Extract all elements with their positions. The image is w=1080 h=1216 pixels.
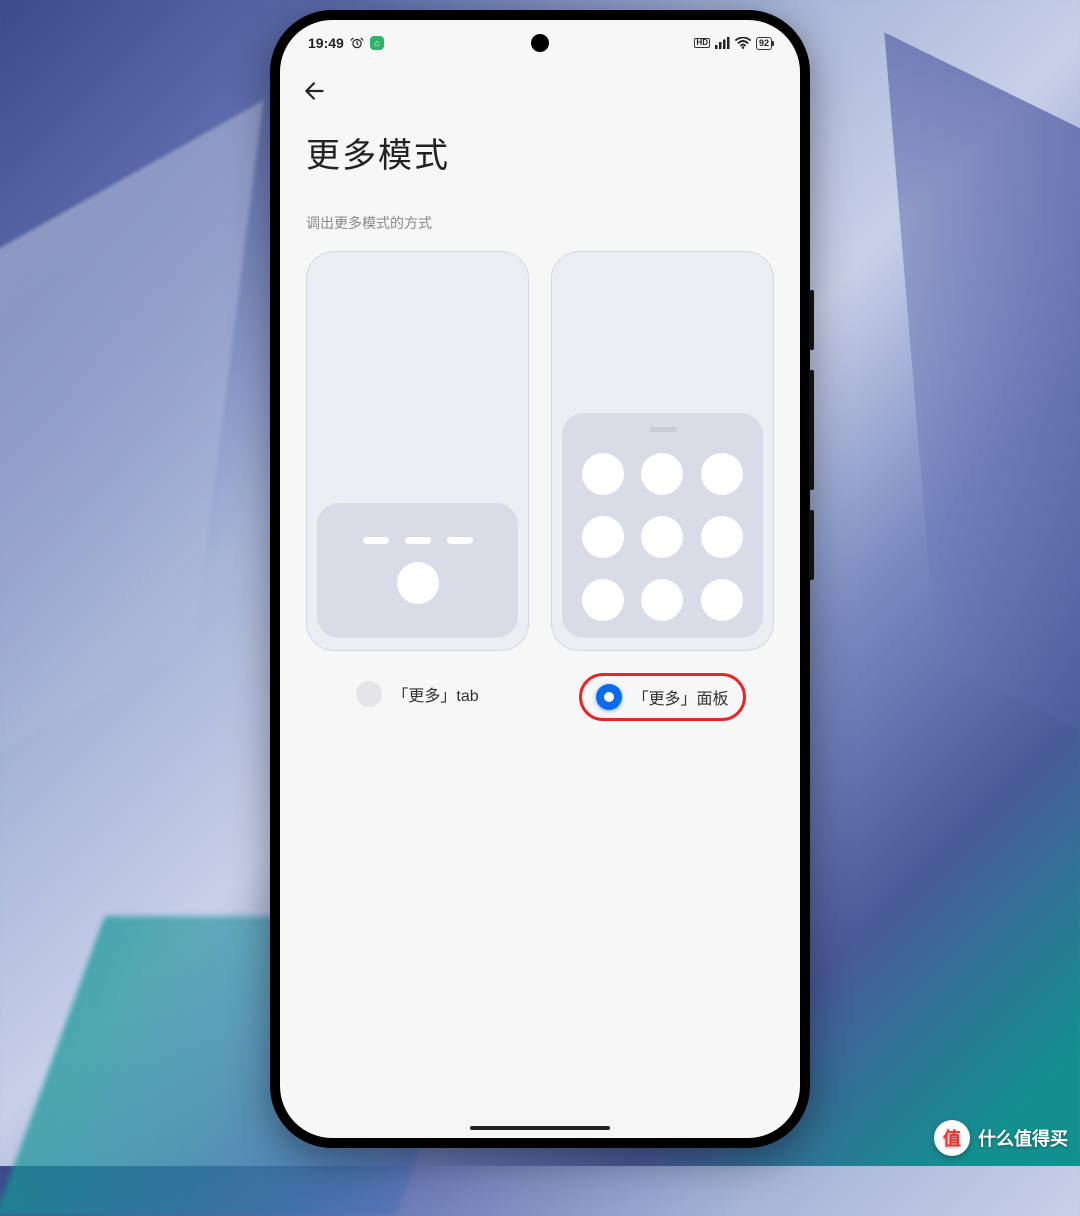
battery-indicator: 92 bbox=[756, 37, 772, 50]
section-subtitle: 调出更多模式的方式 bbox=[280, 183, 800, 251]
back-button[interactable] bbox=[302, 76, 332, 106]
signal-icon bbox=[715, 37, 730, 49]
phone-frame: 19:49 ⌂ HD 92 更多模式 调 bbox=[270, 10, 810, 1148]
watermark: 值 什么值得买 bbox=[934, 1120, 1068, 1156]
radio-icon bbox=[356, 681, 382, 707]
option-tab[interactable]: 「更多」tab bbox=[306, 251, 529, 721]
radio-label-tab: 「更多」tab bbox=[392, 682, 478, 706]
screen: 19:49 ⌂ HD 92 更多模式 调 bbox=[280, 20, 800, 1138]
preview-panel-mode[interactable] bbox=[551, 251, 774, 651]
watermark-badge: 值 bbox=[934, 1120, 970, 1156]
hd-icon: HD bbox=[694, 38, 710, 48]
preview-tab-mode[interactable] bbox=[306, 251, 529, 651]
home-indicator[interactable] bbox=[470, 1126, 610, 1130]
page-title: 更多模式 bbox=[280, 106, 800, 183]
radio-tab[interactable]: 「更多」tab bbox=[342, 673, 492, 715]
status-time: 19:49 bbox=[308, 35, 344, 51]
camera-notch bbox=[531, 34, 549, 52]
alarm-icon bbox=[350, 36, 364, 50]
option-panel[interactable]: 「更多」面板 bbox=[551, 251, 774, 721]
wifi-icon bbox=[735, 37, 751, 49]
mi-home-icon: ⌂ bbox=[370, 36, 384, 50]
radio-icon-selected bbox=[596, 684, 622, 710]
radio-panel[interactable]: 「更多」面板 bbox=[579, 673, 745, 721]
watermark-text: 什么值得买 bbox=[978, 1125, 1068, 1151]
radio-label-panel: 「更多」面板 bbox=[632, 685, 728, 709]
